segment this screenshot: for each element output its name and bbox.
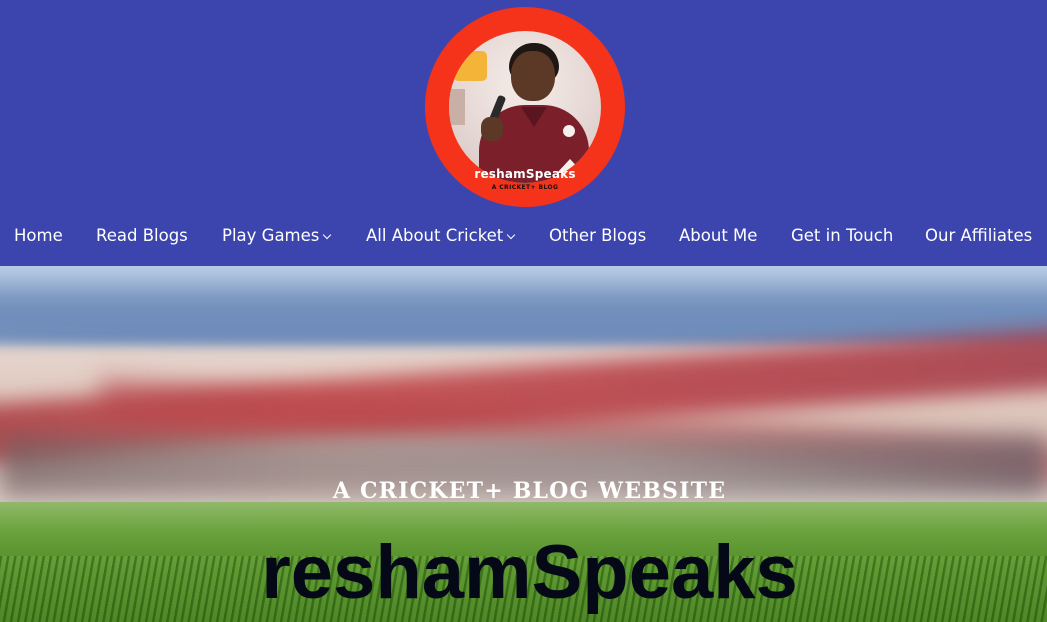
nav-item-label: About Me xyxy=(679,226,758,245)
main-nav: Home Read Blogs Play Games All About Cri… xyxy=(0,222,1047,250)
chevron-down-icon xyxy=(323,230,332,239)
nav-item-get-in-touch[interactable]: Get in Touch xyxy=(791,222,893,250)
hero-title: reshamSpeaks xyxy=(261,530,798,615)
nav-item-label: Other Blogs xyxy=(549,226,647,245)
hero-banner: A CRICKET+ BLOG WEBSITE reshamSpeaks xyxy=(0,266,1047,622)
nav-item-label: Get in Touch xyxy=(791,226,894,245)
nav-item-label: All About Cricket xyxy=(366,226,504,245)
nav-item-label: Home xyxy=(14,226,63,245)
logo-name: reshamSpeaks xyxy=(474,167,576,181)
chevron-down-icon xyxy=(507,230,516,239)
nav-item-all-about-cricket[interactable]: All About Cricket xyxy=(366,222,516,250)
nav-item-about-me[interactable]: About Me xyxy=(679,222,757,250)
nav-item-label: Read Blogs xyxy=(96,226,188,245)
nav-item-other-blogs[interactable]: Other Blogs xyxy=(549,222,646,250)
nav-item-play-games[interactable]: Play Games xyxy=(222,222,332,250)
nav-item-our-affiliates[interactable]: Our Affiliates xyxy=(925,222,1032,250)
nav-item-home[interactable]: Home xyxy=(14,222,63,250)
site-header: reshamSpeaks A CRICKET+ BLOG Home Read B… xyxy=(0,0,1047,266)
nav-item-label: Our Affiliates xyxy=(925,226,1033,245)
nav-item-read-blogs[interactable]: Read Blogs xyxy=(96,222,188,250)
site-logo[interactable]: reshamSpeaks A CRICKET+ BLOG xyxy=(425,7,625,207)
hero-subtitle: A CRICKET+ BLOG WEBSITE xyxy=(332,478,727,504)
logo-tagline: A CRICKET+ BLOG xyxy=(491,184,559,191)
nav-item-label: Play Games xyxy=(222,226,320,245)
logo-photo xyxy=(449,31,601,183)
